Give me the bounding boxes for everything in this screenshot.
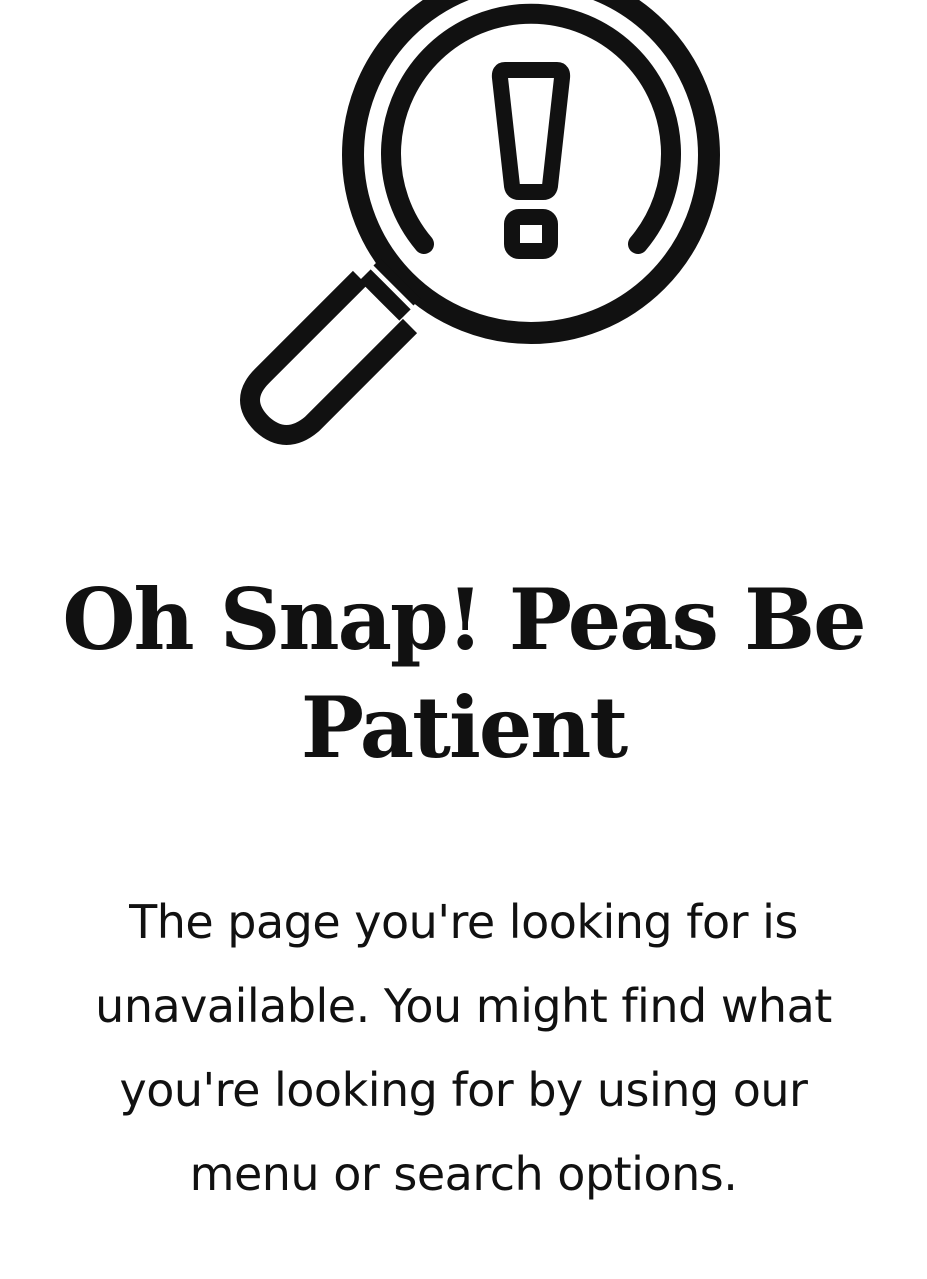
magnifier-exclamation-icon — [0, 0, 927, 470]
page-title: Oh Snap! Peas Be Patient — [62, 570, 866, 777]
error-message: The page you're looking for is unavailab… — [95, 895, 832, 1201]
error-page: Oh Snap! Peas Be Patient The page you're… — [0, 0, 927, 1279]
